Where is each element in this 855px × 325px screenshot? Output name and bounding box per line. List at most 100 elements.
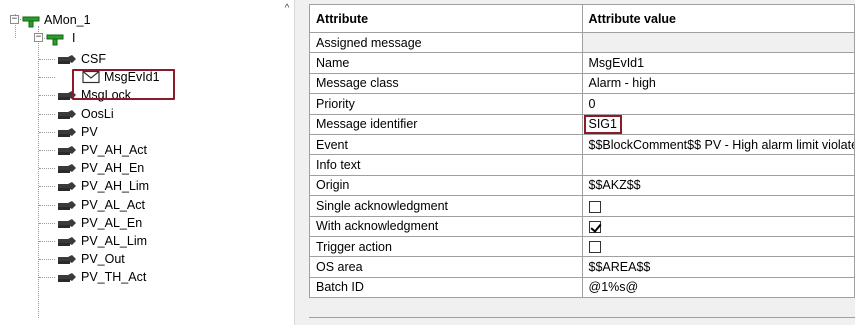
- tree-item[interactable]: PV_Out: [0, 249, 200, 269]
- attribute-name-cell: Priority: [309, 93, 583, 115]
- tag-icon: [58, 182, 76, 192]
- column-header-attribute[interactable]: Attribute: [309, 4, 583, 33]
- attribute-value-cell[interactable]: [581, 195, 855, 217]
- attribute-name-cell: Info text: [309, 154, 583, 176]
- highlighted-value: SIG1: [583, 115, 622, 134]
- attribute-value-text: Alarm - high: [588, 76, 656, 91]
- tree-item[interactable]: OosLi: [0, 104, 200, 124]
- tree-item-label: PV_AH_En: [81, 161, 145, 176]
- grid-bottom-border: [309, 317, 855, 318]
- table-row[interactable]: Priority 0: [309, 93, 855, 115]
- tree-connector: [39, 204, 55, 206]
- table-row[interactable]: Origin $$AKZ$$: [309, 174, 855, 197]
- scroll-up-icon[interactable]: ^: [282, 4, 290, 14]
- tree-item-label: PV_AL_Act: [81, 197, 145, 212]
- attribute-value-cell[interactable]: 0: [581, 93, 855, 115]
- acknowledgment-checkbox[interactable]: [588, 241, 601, 254]
- attribute-value-cell[interactable]: [581, 235, 855, 258]
- tag-icon: [58, 109, 76, 119]
- tree-connector: [39, 222, 55, 224]
- tag-icon: [58, 273, 76, 283]
- attribute-value-text: 0: [588, 96, 596, 111]
- tree-item[interactable]: PV_AH_Lim: [0, 176, 200, 196]
- attribute-value-cell[interactable]: Alarm - high: [581, 72, 855, 95]
- attribute-name-cell: OS area: [309, 256, 583, 278]
- tag-icon: [58, 164, 76, 174]
- pane-splitter[interactable]: [294, 0, 306, 325]
- tree-item-label: OosLi: [81, 106, 114, 121]
- table-row[interactable]: Batch ID @1%s@: [309, 276, 855, 299]
- tree-item[interactable]: PV_AL_En: [0, 213, 200, 233]
- acknowledgment-checkbox[interactable]: [588, 200, 601, 213]
- plant-hierarchy-icon: [46, 34, 64, 46]
- attribute-name-cell: Message identifier: [309, 113, 583, 135]
- tree-item-label: PV_AH_Lim: [81, 179, 150, 194]
- tree-connector: [39, 277, 55, 279]
- table-row[interactable]: Message class Alarm - high: [309, 72, 855, 95]
- tree-connector: [39, 113, 55, 115]
- tree-connector: [39, 168, 55, 170]
- attribute-value-text: MsgEvId1: [588, 56, 645, 71]
- collapse-toggle-icon[interactable]: −: [10, 15, 19, 24]
- attribute-value-cell[interactable]: [581, 215, 855, 237]
- tree-item[interactable]: PV_AL_Lim: [0, 231, 200, 251]
- attribute-table-body: Assigned message Name MsgEvId1 Message clas…: [309, 31, 855, 299]
- tree-node-label: I: [72, 31, 76, 45]
- tree-item-label: PV_TH_Act: [81, 270, 147, 285]
- tree-connector: [39, 150, 55, 151]
- tree-node-group-i[interactable]: − I: [0, 28, 200, 48]
- attribute-table: Attribute Attribute value Assigned messa…: [309, 4, 855, 299]
- tree-item-label: PV_Out: [81, 252, 125, 267]
- attribute-value-text: $$AKZ$$: [588, 178, 641, 193]
- tree-node-amon1[interactable]: − AMon_1: [0, 10, 200, 30]
- attribute-value-text: @1%s@: [588, 280, 639, 295]
- table-row[interactable]: Event $$BlockComment$$ PV - High alarm li…: [309, 133, 855, 156]
- attribute-name-cell: Batch ID: [309, 276, 583, 299]
- tree-item[interactable]: PV_AL_Act: [0, 195, 200, 215]
- table-row[interactable]: Name MsgEvId1: [309, 52, 855, 74]
- tag-icon: [58, 218, 76, 228]
- tag-icon: [58, 127, 76, 137]
- collapse-toggle-icon[interactable]: −: [34, 33, 43, 42]
- attribute-value-cell[interactable]: $$AKZ$$: [581, 174, 855, 197]
- tree-item[interactable]: PV_AH_Act: [0, 140, 200, 160]
- tag-icon: [58, 200, 76, 210]
- attribute-name-cell: Message class: [309, 72, 583, 95]
- attribute-value-cell[interactable]: $$AREA$$: [581, 256, 855, 278]
- tree-scrollbar[interactable]: [280, 0, 290, 325]
- table-row[interactable]: Info text: [309, 154, 855, 176]
- tree-item[interactable]: PV: [0, 122, 200, 142]
- attribute-name-cell: Event: [309, 133, 583, 156]
- tree-item[interactable]: PV_AH_En: [0, 158, 200, 178]
- acknowledgment-checkbox[interactable]: [588, 220, 601, 233]
- tree-item[interactable]: PV_TH_Act: [0, 267, 200, 287]
- attribute-value-text: $$BlockComment$$ PV - High alarm limit v…: [588, 137, 855, 152]
- attribute-value-cell[interactable]: [581, 31, 855, 54]
- attribute-name-cell: Assigned message: [309, 31, 583, 54]
- tree-node-label: AMon_1: [44, 13, 91, 27]
- selection-highlight: [72, 69, 175, 100]
- table-row[interactable]: OS area $$AREA$$: [309, 256, 855, 278]
- tree-item-label: CSF: [81, 52, 106, 66]
- tree-connector: [39, 77, 55, 79]
- tree-item-label: PV_AH_Act: [81, 143, 148, 157]
- attribute-name-cell: Origin: [309, 174, 583, 197]
- table-row[interactable]: Single acknowledgment: [309, 195, 855, 217]
- column-header-attribute-value[interactable]: Attribute value: [581, 4, 855, 33]
- table-row[interactable]: Assigned message: [309, 31, 855, 54]
- tree-item[interactable]: CSF: [0, 49, 200, 69]
- table-row[interactable]: Message identifier SIG1: [309, 113, 855, 135]
- attribute-value-cell[interactable]: @1%s@: [581, 276, 855, 299]
- attribute-value-cell[interactable]: $$BlockComment$$ PV - High alarm limit v…: [581, 133, 855, 156]
- plant-hierarchy-icon: [22, 16, 40, 28]
- tree-connector: [39, 186, 55, 188]
- attribute-value-cell[interactable]: [581, 154, 855, 176]
- table-row[interactable]: Trigger action: [309, 235, 855, 258]
- table-row[interactable]: With acknowledgment: [309, 215, 855, 237]
- attribute-name-cell: Trigger action: [309, 235, 583, 258]
- tree-connector: [39, 95, 55, 97]
- attribute-value-cell[interactable]: MsgEvId1: [581, 52, 855, 74]
- tag-icon: [58, 146, 76, 155]
- tree-connector: [39, 59, 55, 60]
- attribute-value-cell[interactable]: SIG1: [581, 113, 855, 135]
